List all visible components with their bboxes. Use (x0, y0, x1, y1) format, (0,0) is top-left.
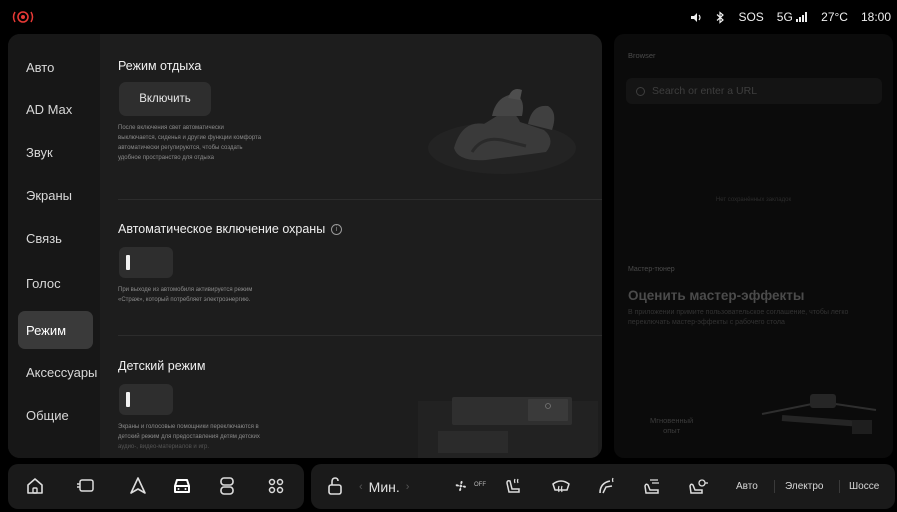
drive-mode-auto[interactable]: Авто (736, 464, 758, 509)
home-icon[interactable] (24, 475, 46, 497)
description-line: детский режим для предоставления детям д… (118, 434, 260, 440)
browser-label: Browser (628, 51, 656, 60)
sidebar-item-label: Аксессуары (26, 364, 98, 380)
tuner-title[interactable]: Оценить мастер-эффекты (628, 288, 804, 303)
tuner-label: Мастер-тюнер (628, 266, 675, 273)
sidebar-item-general[interactable]: Общие (18, 396, 93, 434)
tuner-description: В приложении примите пользовательское со… (628, 309, 849, 326)
car-icon[interactable] (171, 475, 193, 497)
climate-value: Мин. (368, 478, 400, 495)
auto-guard-toggle[interactable] (119, 247, 173, 278)
toggle-knob (126, 392, 130, 407)
sidebar-item-ad-max[interactable]: AD Max (18, 90, 93, 128)
instant-line: Мгновенный (650, 416, 694, 425)
description-line: автоматически регулируются, чтобы создат… (118, 145, 243, 151)
seat-heat-icon[interactable] (502, 475, 524, 497)
tuner-illustration (761, 394, 877, 434)
drive-mode-highway[interactable]: Шоссе (849, 464, 879, 509)
rest-mode-description: После включения свет автоматически выклю… (118, 123, 261, 163)
mode-divider (774, 480, 775, 493)
rest-mode-title: Режим отдыха (118, 59, 202, 73)
kids-mode-toggle[interactable] (119, 384, 173, 415)
sidebar-item-label: Экраны (26, 187, 73, 203)
bluetooth-icon[interactable] (716, 10, 725, 24)
speaker-icon[interactable] (690, 12, 703, 23)
kids-mode-description: Экраны и голосовые помощники переключают… (118, 422, 260, 452)
info-icon[interactable]: i (331, 224, 343, 236)
lock-icon[interactable] (324, 475, 346, 497)
sidebar-item-label: Режим (26, 322, 67, 338)
auto-guard-title-text: Автоматическое включение охраны (118, 222, 326, 236)
enable-button-label: Включить (139, 93, 191, 105)
sidebar-item-label: Авто (26, 59, 55, 75)
sidebar-item-screens[interactable]: Экраны (18, 176, 93, 214)
description-line: аудио-, видео-материалов и игр. (118, 444, 209, 450)
defrost-icon[interactable] (550, 475, 572, 497)
auto-guard-title: Автоматическое включение охраны i (118, 222, 343, 236)
sidebar-item-accessories[interactable]: Аксессуары (18, 353, 97, 391)
sidebar-item-label: Связь (26, 230, 62, 246)
kids-mode-title: Детский режим (118, 359, 206, 373)
reclined-seats-illustration (428, 89, 576, 174)
network-label: 5G (776, 10, 793, 24)
seat-vent-icon[interactable] (641, 475, 663, 497)
apps-icon[interactable] (265, 475, 287, 497)
window-icon[interactable] (75, 475, 97, 497)
sidebar-item-label: Звук (26, 144, 53, 160)
mode-divider (839, 480, 840, 493)
enable-rest-mode-button[interactable]: Включить (119, 82, 211, 116)
alert-indicator-icon (12, 11, 34, 23)
climate-temperature-control[interactable]: ‹ Мин. › (353, 464, 415, 509)
navigation-icon[interactable] (127, 475, 149, 497)
status-bar: SOS 5G 27°C 18:00 (0, 0, 897, 34)
dock-climate: ‹ Мин. › OFF Авто Электро Шоссе (311, 464, 895, 509)
sidebar-item-label: Голос (26, 275, 61, 291)
steering-heat-icon[interactable] (596, 475, 618, 497)
drive-mode-electric[interactable]: Электро (785, 464, 823, 509)
sidebar-item-label: AD Max (26, 101, 73, 117)
sidebar-item-label: Общие (26, 407, 69, 423)
fan-off-label: OFF (474, 482, 486, 488)
settings-sidebar: Авто AD Max Звук Экраны Связь Голос Режи… (8, 34, 100, 458)
temperature: 27°C (821, 10, 848, 24)
seat-massage-icon[interactable] (687, 475, 709, 497)
description-line: После включения свет автоматически (118, 125, 224, 131)
settings-content: Режим отдыха Включить После включения св… (100, 34, 602, 458)
settings-panel: Авто AD Max Звук Экраны Связь Голос Режи… (8, 34, 602, 458)
auto-guard-description: При выходе из автомобиля активируется ре… (118, 285, 252, 305)
instant-line: опыт (663, 426, 681, 435)
description-line: удобное пространство для отдыха (118, 155, 215, 161)
section-divider (118, 335, 602, 336)
description-line: Экраны и голосовые помощники переключают… (118, 424, 259, 430)
description-line: выключается, сиденья и другие функции ко… (118, 135, 262, 141)
toggle-knob (126, 255, 130, 270)
sidebar-item-auto[interactable]: Авто (18, 48, 93, 86)
signal-icon (796, 12, 808, 22)
chevron-left-icon[interactable]: ‹ (353, 481, 369, 493)
sidebar-item-mode[interactable]: Режим (18, 311, 93, 349)
instant-experience-label[interactable]: Мгновенный опыт (650, 416, 693, 436)
sidebar-item-connection[interactable]: Связь (18, 219, 93, 257)
sidebar-item-sound[interactable]: Звук (18, 133, 93, 171)
chevron-right-icon[interactable]: › (400, 481, 416, 493)
bookmarks-empty-text: Нет сохранённых закладок (715, 197, 792, 203)
description-line: «Страж», который потребляет электроэнерг… (118, 297, 251, 303)
media-icon[interactable] (216, 475, 238, 497)
search-icon (636, 86, 645, 96)
kids-screen-illustration (418, 397, 598, 458)
description-line: При выходе из автомобиля активируется ре… (118, 287, 253, 293)
browser-url-input[interactable]: Search or enter a URL (626, 78, 882, 104)
clock: 18:00 (860, 10, 891, 24)
right-widget-panel: Browser Search or enter a URL Нет сохран… (614, 34, 893, 458)
network-indicator: 5G (777, 10, 808, 24)
sos-label[interactable]: SOS (738, 10, 763, 24)
fan-icon[interactable]: OFF (455, 475, 489, 497)
section-divider (118, 199, 602, 200)
url-placeholder: Search or enter a URL (652, 85, 758, 97)
dock-navigation (8, 464, 304, 509)
sidebar-item-voice[interactable]: Голос (18, 264, 93, 302)
